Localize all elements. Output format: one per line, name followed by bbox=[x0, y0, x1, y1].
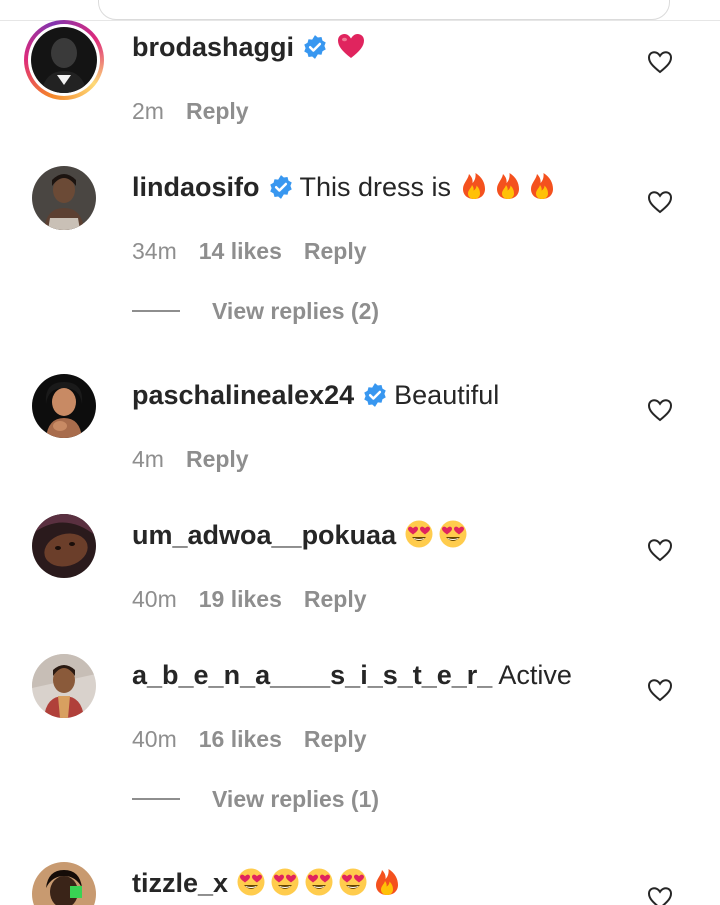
comment-text: Active bbox=[498, 660, 572, 690]
heart-eyes-icon bbox=[405, 520, 433, 548]
reply-button[interactable]: Reply bbox=[304, 238, 367, 264]
comment-line: paschalinealex24 Beautiful bbox=[132, 378, 499, 412]
avatar[interactable] bbox=[32, 862, 96, 905]
likes-count[interactable]: 14 likes bbox=[199, 238, 282, 264]
comment-time: 2m bbox=[132, 98, 164, 124]
reply-button[interactable]: Reply bbox=[304, 586, 367, 612]
view-replies-label[interactable]: View replies (1) bbox=[212, 786, 379, 812]
comment-line: brodashaggi bbox=[132, 30, 366, 64]
comment-line: tizzle_x bbox=[132, 866, 402, 900]
avatar[interactable] bbox=[32, 166, 96, 230]
comment-username[interactable]: brodashaggi bbox=[132, 32, 294, 62]
fire-icon bbox=[376, 869, 399, 895]
likes-count[interactable]: 19 likes bbox=[199, 586, 282, 612]
comment-time: 40m bbox=[132, 726, 177, 752]
view-replies-label[interactable]: View replies (2) bbox=[212, 298, 379, 324]
verified-badge-icon bbox=[269, 175, 292, 199]
heart-eyes-icon bbox=[439, 520, 467, 548]
comment-meta: 40m 19 likes Reply bbox=[132, 584, 367, 614]
heart-eyes-icon bbox=[339, 868, 367, 896]
like-heart-icon[interactable] bbox=[647, 50, 673, 74]
view-replies-button[interactable]: View replies (1) bbox=[132, 784, 379, 814]
likes-count[interactable]: 16 likes bbox=[199, 726, 282, 752]
heart-eyes-icon bbox=[305, 868, 333, 896]
comment-time: 34m bbox=[132, 238, 177, 264]
comment-time: 40m bbox=[132, 586, 177, 612]
fire-icon bbox=[463, 173, 486, 199]
view-replies-button[interactable]: View replies (2) bbox=[132, 296, 379, 326]
comment-meta: 2m Reply bbox=[132, 96, 249, 126]
avatar[interactable] bbox=[32, 654, 96, 718]
comment-username[interactable]: a_b_e_n_a____s_i_s_t_e_r_ bbox=[132, 660, 492, 690]
like-heart-icon[interactable] bbox=[647, 886, 673, 905]
red-heart-icon bbox=[338, 34, 365, 58]
comment-text: This dress is bbox=[299, 172, 452, 202]
comment-meta: 40m 16 likes Reply bbox=[132, 724, 367, 754]
comment-text: Beautiful bbox=[394, 380, 500, 410]
replies-divider-line bbox=[132, 310, 180, 312]
comment-input-bar bbox=[0, 0, 720, 21]
add-comment-field[interactable] bbox=[98, 0, 670, 20]
comment-username[interactable]: um_adwoa__pokuaa bbox=[132, 520, 396, 550]
avatar[interactable] bbox=[24, 20, 104, 100]
like-heart-icon[interactable] bbox=[647, 190, 673, 214]
avatar-image bbox=[31, 27, 97, 93]
fire-icon bbox=[531, 173, 554, 199]
heart-eyes-icon bbox=[237, 868, 265, 896]
replies-divider-line bbox=[132, 798, 180, 800]
reply-button[interactable]: Reply bbox=[304, 726, 367, 752]
comment-line: lindaosifo This dress is bbox=[132, 170, 557, 204]
comment-meta: 4m Reply bbox=[132, 444, 249, 474]
heart-eyes-icon bbox=[271, 868, 299, 896]
comment-meta: 34m 14 likes Reply bbox=[132, 236, 367, 266]
verified-badge-icon bbox=[364, 383, 386, 407]
comment-line: a_b_e_n_a____s_i_s_t_e_r_ Active bbox=[132, 658, 572, 692]
comment-line: um_adwoa__pokuaa bbox=[132, 518, 468, 552]
avatar[interactable] bbox=[32, 374, 96, 438]
verified-badge-icon bbox=[304, 35, 326, 59]
reply-button[interactable]: Reply bbox=[186, 98, 249, 124]
like-heart-icon[interactable] bbox=[647, 538, 673, 562]
like-heart-icon[interactable] bbox=[647, 398, 673, 422]
reply-button[interactable]: Reply bbox=[186, 446, 249, 472]
comment-username[interactable]: paschalinealex24 bbox=[132, 380, 354, 410]
avatar[interactable] bbox=[32, 514, 96, 578]
comments-page: brodashaggi 2m Reply lindaosifo This dress… bbox=[0, 0, 720, 905]
comment-username[interactable]: lindaosifo bbox=[132, 172, 260, 202]
fire-icon bbox=[497, 173, 520, 199]
comment-time: 4m bbox=[132, 446, 164, 472]
like-heart-icon[interactable] bbox=[647, 678, 673, 702]
comment-username[interactable]: tizzle_x bbox=[132, 868, 228, 898]
